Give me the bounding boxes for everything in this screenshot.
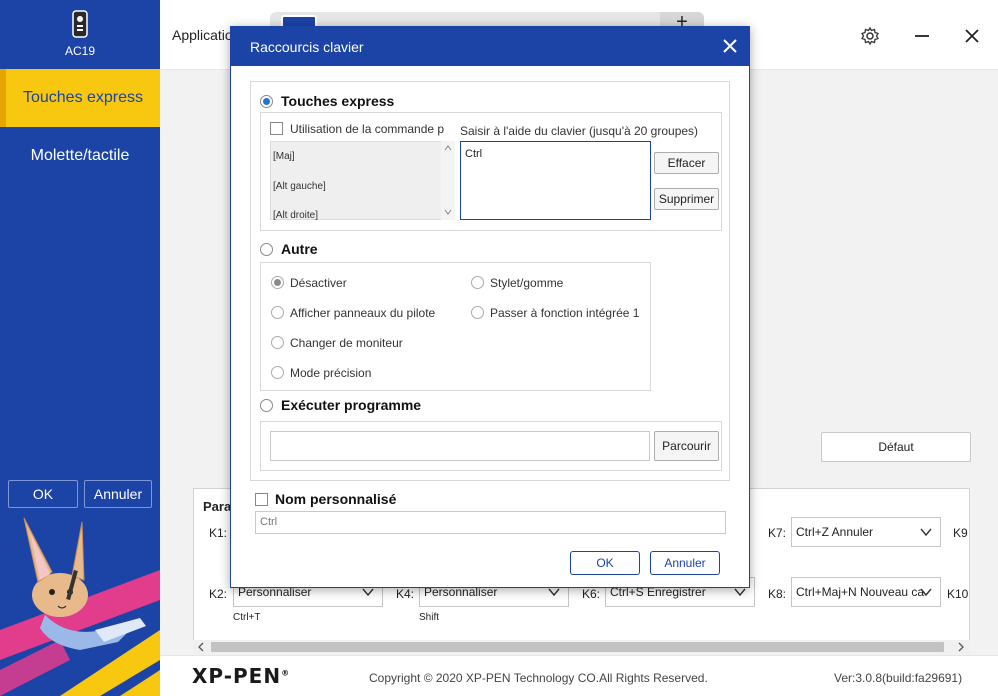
dialog-cancel-button[interactable]: Annuler [650,551,720,575]
option-afficher-panneaux[interactable]: Afficher panneaux du pilote [290,306,435,320]
use-command-checkbox[interactable] [270,122,283,135]
key-select-k7[interactable]: Ctrl+Z Annuler [791,517,941,547]
key-label-k10: K10 [947,587,969,601]
modifier-item[interactable]: [Alt gauche] [273,181,326,192]
option-desactiver[interactable]: Désactiver [290,276,347,290]
radio-fonction-integree[interactable] [471,306,484,319]
radio-changer-moniteur[interactable] [271,336,284,349]
mascot-illustration [0,517,160,696]
key-parameters-title: Para [203,499,232,514]
key-label-k2: K2: [209,587,228,601]
tablet-remote-icon [72,10,88,38]
dialog-title: Raccourcis clavier [250,39,364,55]
key-value-k7: Ctrl+Z Annuler [796,525,874,539]
modifier-item[interactable]: [Maj] [273,151,295,162]
option-stylet-gomme[interactable]: Stylet/gomme [490,276,563,290]
key-label-k4: K4: [396,587,415,601]
key-label-k6: K6: [582,587,601,601]
settings-icon[interactable] [858,24,882,48]
radio-afficher-panneaux[interactable] [271,306,284,319]
option-fonction-integree[interactable]: Passer à fonction intégrée 1 [490,306,641,320]
sidebar-item-molette-tactile[interactable]: Molette/tactile [0,127,160,185]
version-text: Ver:3.0.8(build:fa29691) [834,671,963,685]
sidebar-cancel-button[interactable]: Annuler [84,480,152,508]
chevron-down-icon [920,588,932,597]
key-value-k8: Ctrl+Maj+N Nouveau ca [796,585,925,599]
key-sub-k2: Ctrl+T [233,612,261,623]
custom-name-input[interactable]: Ctrl [255,511,726,534]
device-name: AC19 [64,44,96,58]
radio-touches-express[interactable] [260,95,273,108]
radio-stylet-gomme[interactable] [471,276,484,289]
radio-desactiver[interactable] [271,276,284,289]
option-mode-precision[interactable]: Mode précision [290,366,371,380]
radio-executer-programme[interactable] [260,399,273,412]
registered-mark: ® [281,668,291,678]
key-label-k7: K7: [768,526,787,540]
program-path-input[interactable] [270,431,650,461]
radio-autre[interactable] [260,243,273,256]
scroll-right-icon[interactable] [956,642,966,652]
keyboard-hint: Saisir à l'aide du clavier (jusqu'à 20 g… [460,124,699,138]
clear-button[interactable]: Effacer [654,152,719,174]
sidebar-item-touches-express[interactable]: Touches express [0,69,160,127]
executer-programme-label: Exécuter programme [281,397,422,413]
key-label-k1: K1: [209,526,228,540]
chevron-down-icon [920,528,932,537]
dialog-ok-button[interactable]: OK [570,551,640,575]
default-button[interactable]: Défaut [821,432,971,462]
logo-text: XP-PEN [192,664,282,688]
autre-label: Autre [281,241,318,257]
minimize-icon[interactable] [910,24,934,48]
xp-pen-logo: XP-PEN® [192,664,290,688]
scrollbar-thumb[interactable] [211,642,944,652]
copyright-text: Copyright © 2020 XP-PEN Technology CO.Al… [369,671,708,685]
radio-mode-precision[interactable] [271,366,284,379]
custom-name-checkbox[interactable] [255,493,268,506]
dialog-close-icon[interactable] [720,36,740,56]
sidebar-ok-button[interactable]: OK [8,480,78,508]
scroll-left-icon[interactable] [196,642,206,652]
browse-button[interactable]: Parcourir [654,431,719,461]
key-label-k8: K8: [768,587,787,601]
scroll-down-icon[interactable] [444,208,452,216]
delete-button[interactable]: Supprimer [654,188,719,210]
key-select-k8[interactable]: Ctrl+Maj+N Nouveau ca [791,577,941,607]
custom-name-label: Nom personnalisé [275,491,397,507]
scroll-up-icon[interactable] [444,144,452,152]
key-sub-k4: Shift [419,612,440,623]
key-label-k9: K9 [953,526,968,540]
touches-express-label: Touches express [281,93,395,109]
close-icon[interactable] [960,24,984,48]
option-changer-moniteur[interactable]: Changer de moniteur [290,336,403,350]
use-command-label: Utilisation de la commande p [290,122,445,136]
modifier-item[interactable]: [Alt droite] [273,210,318,221]
keys-input[interactable]: Ctrl [460,141,651,220]
